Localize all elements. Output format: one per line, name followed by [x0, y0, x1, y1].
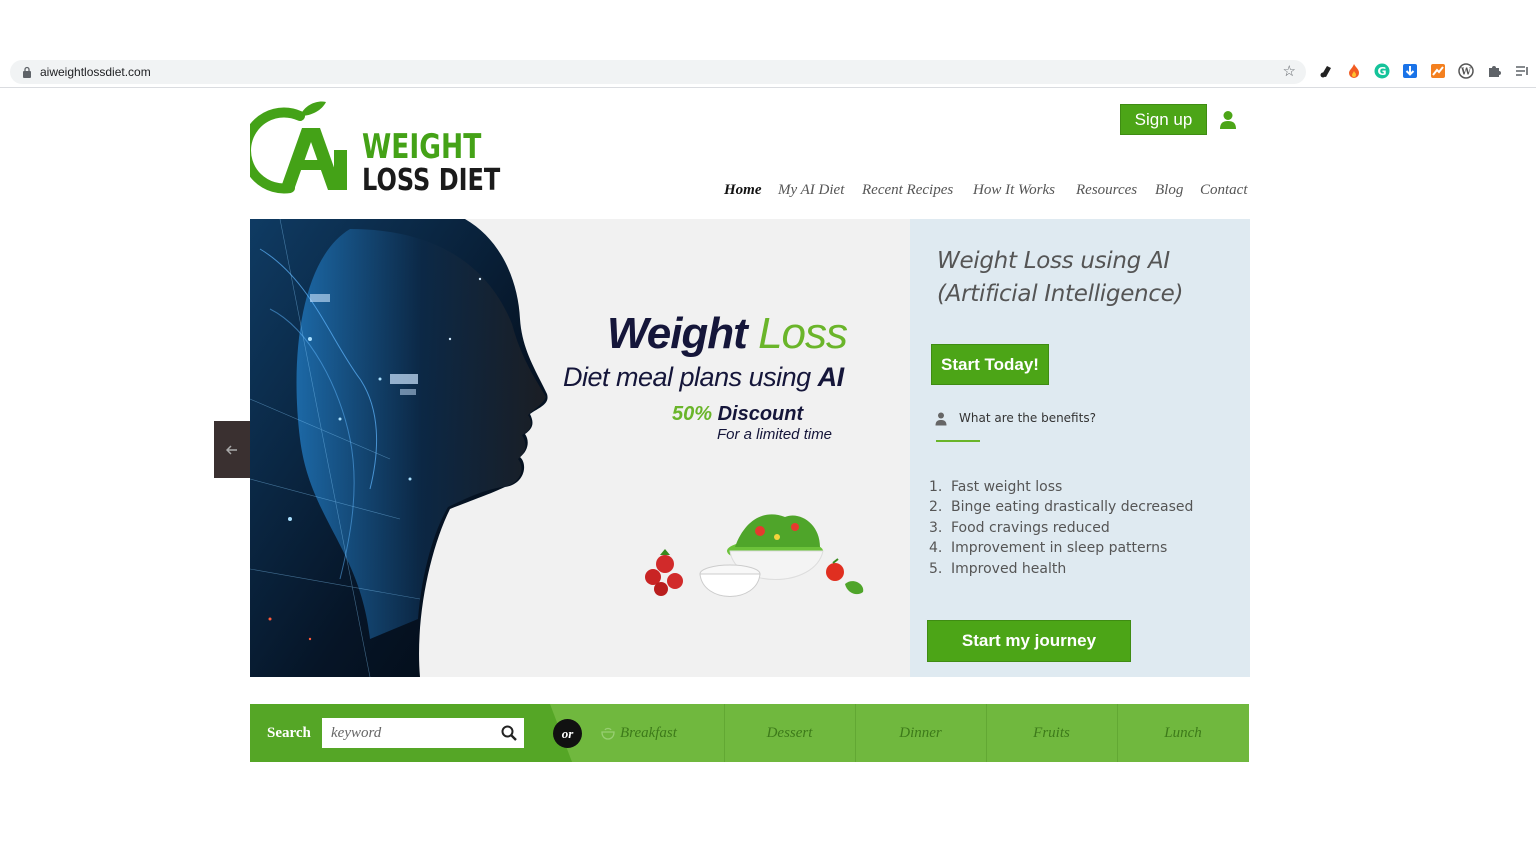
- nav-contact[interactable]: Contact: [1200, 182, 1248, 199]
- user-account-icon[interactable]: [1219, 110, 1237, 130]
- benefit-item: 4. Improvement in sleep patterns: [929, 540, 1167, 556]
- category-breakfast[interactable]: Breakfast: [620, 704, 724, 762]
- nav-how-it-works[interactable]: How It Works: [973, 182, 1055, 199]
- nav-recent-recipes[interactable]: Recent Recipes: [862, 182, 953, 199]
- benefit-number: 2.: [929, 499, 943, 515]
- extension-fire-icon[interactable]: [1345, 62, 1363, 80]
- category-dinner[interactable]: Dinner: [855, 704, 986, 762]
- hero-title: Weight Loss: [607, 309, 848, 359]
- search-icon[interactable]: [501, 725, 517, 741]
- logo-text-loss-diet: LOSS DIET: [362, 163, 501, 198]
- salad-bowl-image: [645, 514, 864, 597]
- extension-grammarly-icon[interactable]: G: [1373, 62, 1391, 80]
- panel-title-line2: (Artificial Intelligence): [937, 281, 1184, 307]
- hero-limited-time: For a limited time: [717, 426, 833, 443]
- panel-title: Weight Loss using AI (Artificial Intelli…: [937, 245, 1183, 311]
- category-dessert[interactable]: Dessert: [724, 704, 855, 762]
- signup-button[interactable]: Sign up: [1120, 104, 1207, 135]
- or-badge: or: [553, 719, 582, 748]
- benefit-item: 2. Binge eating drastically decreased: [929, 499, 1193, 515]
- category-lunch[interactable]: Lunch: [1117, 704, 1249, 762]
- hero-subtitle: Diet meal plans using AI: [563, 362, 844, 393]
- hero-discount-pct: 50%: [672, 403, 713, 425]
- benefit-item: 3. Food cravings reduced: [929, 520, 1110, 536]
- benefit-number: 1.: [929, 479, 943, 495]
- logo-text-weight: WEIGHT: [362, 127, 482, 167]
- hero-subtitle-ai: AI: [817, 362, 845, 392]
- hero-title-loss: Loss: [758, 309, 848, 358]
- extension-wordpress-icon[interactable]: W: [1457, 62, 1475, 80]
- benefit-text: Improvement in sleep patterns: [951, 540, 1168, 556]
- hero-slide: Weight Loss Diet meal plans using AI 50%…: [250, 219, 910, 677]
- url-text[interactable]: aiweightlossdiet.com: [40, 64, 151, 80]
- hero-discount-word: Discount: [717, 403, 804, 425]
- svg-text:W: W: [1460, 68, 1472, 78]
- browser-chrome: [0, 0, 1536, 56]
- hero-subtitle-text: Diet meal plans using: [563, 362, 811, 392]
- extensions-puzzle-icon[interactable]: [1485, 62, 1503, 80]
- hero-discount: 50% Discount: [672, 403, 803, 426]
- benefit-number: 3.: [929, 520, 943, 536]
- lock-icon: [23, 66, 31, 78]
- extension-download-icon[interactable]: [1401, 62, 1419, 80]
- start-today-button[interactable]: Start Today!: [931, 344, 1049, 385]
- recipe-search-bar: Search or Breakfast Dessert Dinner Fruit…: [250, 704, 1249, 762]
- nav-my-ai-diet[interactable]: My AI Diet: [778, 182, 844, 199]
- category-fruits[interactable]: Fruits: [986, 704, 1117, 762]
- benefits-panel: Weight Loss using AI (Artificial Intelli…: [910, 219, 1250, 677]
- benefit-text: Binge eating drastically decreased: [951, 499, 1194, 515]
- benefit-text: Improved health: [951, 561, 1067, 577]
- panel-title-line1: Weight Loss using AI: [937, 248, 1170, 274]
- reading-list-icon[interactable]: [1513, 62, 1531, 80]
- extension-analytics-icon[interactable]: [1429, 62, 1447, 80]
- nav-blog[interactable]: Blog: [1155, 182, 1183, 199]
- search-label: Search: [267, 725, 311, 741]
- ai-face-image: [250, 219, 548, 677]
- benefits-question[interactable]: What are the benefits?: [959, 411, 1096, 425]
- svg-text:G: G: [1377, 65, 1386, 78]
- benefits-underline: [936, 440, 980, 442]
- chrome-divider: [0, 87, 1536, 88]
- start-my-journey-button[interactable]: Start my journey: [927, 620, 1131, 662]
- hero-title-weight: Weight: [607, 309, 748, 358]
- bowl-icon: [601, 727, 615, 740]
- benefit-number: 4.: [929, 540, 943, 556]
- extension-music-icon[interactable]: [1317, 62, 1335, 80]
- slider-prev-arrow-icon[interactable]: [214, 421, 250, 478]
- benefit-text: Fast weight loss: [951, 479, 1063, 495]
- benefit-text: Food cravings reduced: [951, 520, 1110, 536]
- benefit-item: 5. Improved health: [929, 561, 1066, 577]
- benefit-item: 1. Fast weight loss: [929, 479, 1062, 495]
- bookmark-star-icon[interactable]: ☆: [1283, 62, 1296, 82]
- nav-resources[interactable]: Resources: [1076, 182, 1137, 199]
- benefit-number: 5.: [929, 561, 943, 577]
- nav-home[interactable]: Home: [724, 182, 762, 199]
- address-bar[interactable]: aiweightlossdiet.com ☆: [10, 60, 1306, 84]
- search-input[interactable]: [322, 718, 524, 748]
- person-icon: [935, 412, 947, 426]
